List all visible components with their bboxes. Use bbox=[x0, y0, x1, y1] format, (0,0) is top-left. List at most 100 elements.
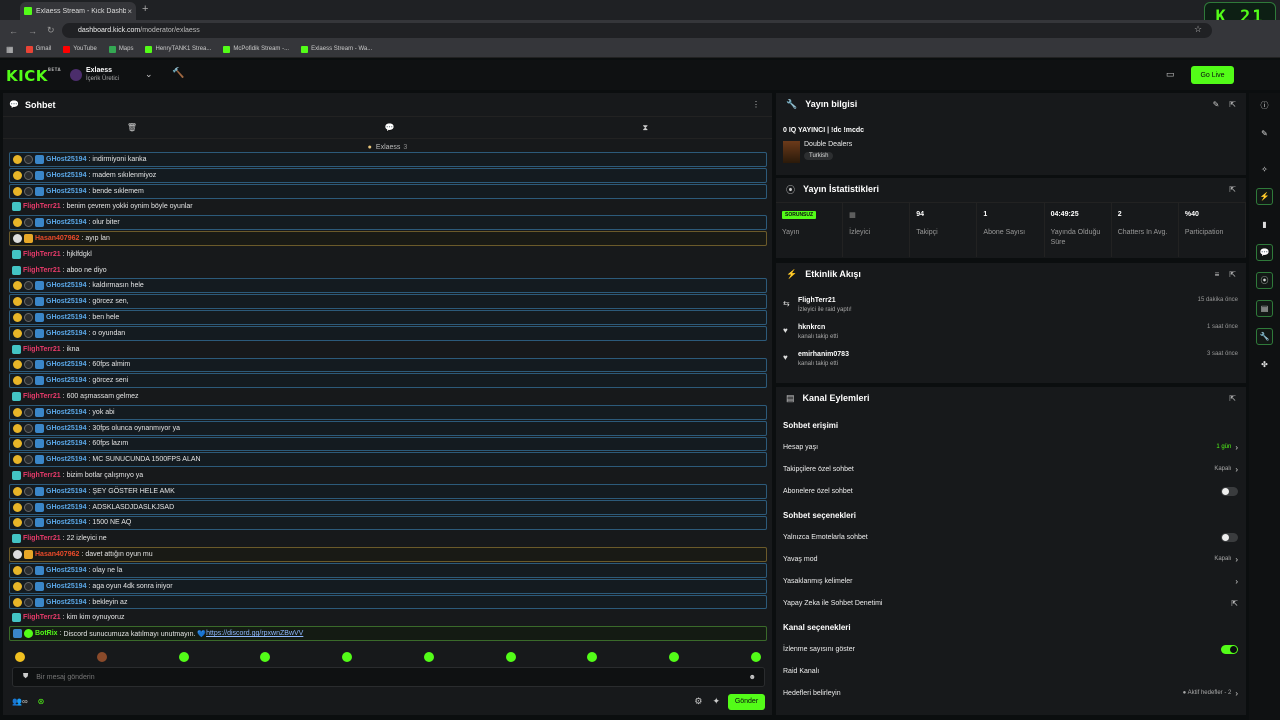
info-icon[interactable]: ⓘ bbox=[1256, 97, 1273, 114]
chat-message[interactable]: GHost25194:1500 NE AQ bbox=[9, 515, 767, 531]
chat-username[interactable]: GHost25194 bbox=[46, 314, 86, 321]
filter-icon[interactable]: ≡ bbox=[1215, 270, 1220, 279]
popout-icon[interactable]: ⇱ bbox=[1229, 185, 1236, 194]
go-live-button[interactable]: Go Live bbox=[1191, 66, 1234, 84]
bookmark-item[interactable]: YouTube bbox=[63, 45, 97, 53]
feed-username[interactable]: emirhanim0783 bbox=[798, 351, 849, 358]
chat-more-icon[interactable]: ⋮ bbox=[752, 100, 760, 109]
chat-username[interactable]: GHost25194 bbox=[46, 298, 86, 305]
chevron-down-icon[interactable]: ⌄ bbox=[145, 69, 153, 80]
chat-message[interactable]: GHost25194: yok abi bbox=[9, 404, 767, 420]
hourglass-icon[interactable]: ⧗ bbox=[643, 123, 649, 133]
url-field[interactable]: dashboard.kick.com/moderator/exlaess bbox=[62, 23, 1212, 38]
chat-username[interactable]: GHost25194 bbox=[46, 583, 86, 590]
chat-message[interactable]: FlighTerr21: aboo ne diyo bbox=[9, 263, 767, 278]
emoji-icon[interactable]: ☻ bbox=[749, 674, 756, 681]
external-link-icon[interactable]: ⇱ bbox=[1231, 599, 1238, 608]
send-button[interactable]: Gönder bbox=[728, 693, 765, 710]
toggle-switch[interactable] bbox=[1221, 532, 1238, 542]
emote-icon[interactable] bbox=[15, 652, 25, 662]
chat-messages[interactable]: GHost25194: indirmiyoni kanka GHost25194: m… bbox=[9, 152, 767, 642]
kick-coin-icon[interactable]: ⊛ bbox=[38, 697, 45, 706]
toggle-switch[interactable] bbox=[1221, 644, 1238, 654]
feed-username[interactable]: FlighTerr21 bbox=[798, 297, 836, 304]
chat-message[interactable]: GHost25194: aga oyun 4dk sonra iniyor bbox=[9, 578, 767, 594]
chat-message[interactable]: Hasan407962: davet attığın oyun mu bbox=[9, 547, 767, 562]
chat-message[interactable]: GHost25194: indirmiyoni kanka bbox=[9, 152, 767, 167]
chat-message[interactable]: GHost25194: görcez sen, bbox=[9, 294, 767, 310]
chat-username[interactable]: GHost25194 bbox=[46, 440, 86, 447]
chat-username[interactable]: FlighTerr21 bbox=[23, 203, 61, 210]
chat-username[interactable]: GHost25194 bbox=[46, 219, 86, 226]
chat-message[interactable]: GHost25194: ben hele bbox=[9, 310, 767, 325]
chat-message[interactable]: GHost25194:30fps olunca oynanmıyor ya bbox=[9, 420, 767, 436]
edit-icon[interactable]: ✎ bbox=[1213, 100, 1220, 109]
chat-username[interactable]: GHost25194 bbox=[46, 172, 86, 179]
chat-link[interactable]: https://discord.gg/rpxwnZBwVV bbox=[206, 630, 303, 637]
chat-username[interactable]: GHost25194 bbox=[46, 282, 86, 289]
gear-icon[interactable]: ⚙ bbox=[694, 696, 702, 707]
chat-message[interactable]: GHost25194: bekleyin az bbox=[9, 594, 767, 610]
chat-username[interactable]: GHost25194 bbox=[46, 361, 86, 368]
chat-username[interactable]: FlighTerr21 bbox=[23, 346, 61, 353]
chat-username[interactable]: FlighTerr21 bbox=[23, 393, 61, 400]
chat-message[interactable]: GHost25194: ŞEY GÖSTER HELE AMK bbox=[9, 483, 767, 499]
kick-logo[interactable]: KICKBETA bbox=[6, 67, 61, 85]
chat-username[interactable]: BotRix bbox=[35, 630, 58, 637]
chat-username[interactable]: GHost25194 bbox=[46, 377, 86, 384]
chat-username[interactable]: GHost25194 bbox=[46, 456, 86, 463]
tab-close-icon[interactable]: × bbox=[127, 7, 132, 16]
chat-message[interactable]: GHost25194: kaldırmasın hele bbox=[9, 278, 767, 294]
chat-username[interactable]: FlighTerr21 bbox=[23, 535, 61, 542]
chat-username[interactable]: FlighTerr21 bbox=[23, 251, 61, 258]
chat-username[interactable]: FlighTerr21 bbox=[23, 472, 61, 479]
setting-row[interactable]: Raid Kanalı bbox=[783, 664, 1238, 678]
chat-message[interactable]: GHost25194: görcez seni bbox=[9, 373, 767, 389]
chat-username[interactable]: Hasan407962 bbox=[35, 551, 79, 558]
setting-row[interactable]: Hesap yaşı 1 gün › bbox=[783, 440, 1238, 454]
back-icon[interactable]: ← bbox=[9, 26, 19, 36]
chat-message[interactable]: GHost25194: bende sıklemem bbox=[9, 183, 767, 199]
bookmark-item[interactable]: HenryTANK1 Strea... bbox=[145, 45, 211, 53]
emote-icon[interactable] bbox=[669, 652, 680, 662]
chat-bubble-icon[interactable]: 💬 bbox=[385, 123, 395, 132]
wrench-icon[interactable]: 🔧 bbox=[1256, 328, 1273, 345]
pencil-icon[interactable]: ✎ bbox=[1256, 125, 1273, 142]
chat-message[interactable]: FlighTerr21: bizim botlar çalışmıyo ya bbox=[9, 468, 767, 483]
chat-icon[interactable]: 💬 bbox=[1256, 244, 1273, 261]
emote-icon[interactable] bbox=[750, 652, 761, 662]
apps-icon[interactable]: ▦ bbox=[6, 45, 14, 54]
chevron-right-icon[interactable]: › bbox=[1235, 689, 1238, 698]
bolt-icon[interactable]: ⚡ bbox=[1256, 188, 1273, 205]
toggle-switch[interactable] bbox=[1221, 486, 1238, 496]
chat-username[interactable]: Hasan407962 bbox=[35, 235, 79, 242]
chevron-right-icon[interactable]: › bbox=[1235, 555, 1238, 564]
chat-username[interactable]: GHost25194 bbox=[46, 488, 86, 495]
setting-row[interactable]: Abonelere özel sohbet bbox=[783, 484, 1238, 498]
chat-message[interactable]: FlighTerr21: benim çevrem yokki oynim böy… bbox=[9, 200, 767, 215]
chat-username[interactable]: GHost25194 bbox=[46, 409, 86, 416]
chat-username[interactable]: FlighTerr21 bbox=[23, 614, 61, 621]
server-icon[interactable]: ▤ bbox=[1256, 300, 1273, 317]
feed-item[interactable]: ♥ emirhanim0783 kanalı takip etti 3 saat ön… bbox=[783, 349, 1238, 375]
setting-row[interactable]: Yavaş mod Kapalı › bbox=[783, 552, 1238, 566]
setting-row[interactable]: İzlenme sayısını göster bbox=[783, 642, 1238, 656]
chat-message[interactable]: GHost25194: ADSKLASDJDASLKJSAD bbox=[9, 499, 767, 515]
chat-message[interactable]: GHost25194: o oyundan bbox=[9, 325, 767, 341]
reload-icon[interactable]: ↻ bbox=[47, 25, 57, 36]
chat-message[interactable]: GHost25194: MC SUNUCUNDA 1500FPS ALAN bbox=[9, 452, 767, 468]
chevron-right-icon[interactable]: › bbox=[1235, 443, 1238, 452]
popout-icon[interactable]: ⇱ bbox=[1229, 394, 1236, 403]
layout-icon[interactable]: ▭ bbox=[1166, 69, 1175, 80]
new-tab-button[interactable]: + bbox=[142, 3, 148, 15]
chat-message[interactable]: Hasan407962: ayıp lan bbox=[9, 231, 767, 246]
chat-username[interactable]: GHost25194 bbox=[46, 425, 86, 432]
users-icon[interactable]: 👥∞ bbox=[12, 697, 28, 706]
chat-input[interactable]: ⛊ Bir mesaj gönderin ☻ bbox=[12, 667, 765, 687]
emote-icon[interactable] bbox=[96, 652, 107, 662]
bookmark-star-icon[interactable]: ☆ bbox=[1194, 24, 1202, 35]
emote-icon[interactable] bbox=[260, 652, 271, 662]
chat-message[interactable]: FlighTerr21:22 izleyici ne bbox=[9, 531, 767, 546]
bookmark-item[interactable]: McPofidik Stream -... bbox=[223, 45, 289, 53]
popout-icon[interactable]: ⇱ bbox=[1229, 270, 1236, 279]
